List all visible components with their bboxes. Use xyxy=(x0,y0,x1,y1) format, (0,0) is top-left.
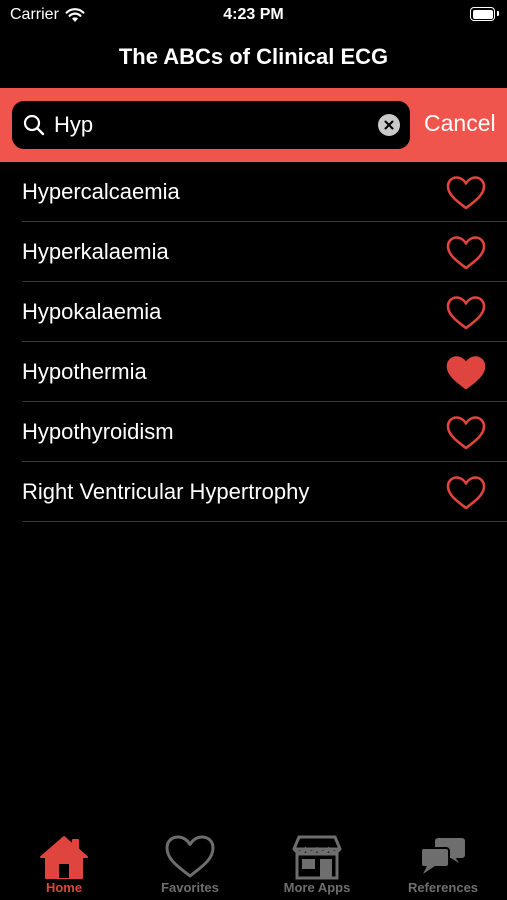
tab-favorites[interactable]: Favorites xyxy=(135,830,245,900)
list-item-label: Hypothyroidism xyxy=(22,418,174,444)
list-item-label: Hypercalcaemia xyxy=(22,178,180,204)
list-item[interactable]: Hypothyroidism xyxy=(22,402,507,462)
list-item[interactable]: Hyperkalaemia xyxy=(22,222,507,282)
status-bar: Carrier 4:23 PM xyxy=(0,0,507,32)
heart-filled-icon[interactable] xyxy=(445,355,487,391)
tab-references-label: References xyxy=(407,880,479,895)
list-item[interactable]: Hypokalaemia xyxy=(22,282,507,342)
search-bar: Cancel xyxy=(0,88,507,162)
list-item[interactable]: Right Ventricular Hypertrophy xyxy=(22,462,507,522)
search-icon xyxy=(23,114,45,136)
store-icon xyxy=(292,835,342,880)
heart-outline-icon[interactable] xyxy=(445,415,487,451)
list-item-label: Hypothermia xyxy=(22,358,147,384)
search-input[interactable] xyxy=(54,101,374,149)
battery-icon xyxy=(470,7,499,21)
list-item-label: Hypokalaemia xyxy=(22,298,162,324)
results-list: Hypercalcaemia Hyperkalaemia Hypokalaemi… xyxy=(0,162,507,522)
page-title: The ABCs of Clinical ECG xyxy=(118,44,389,69)
search-field[interactable] xyxy=(12,101,410,149)
chat-bubbles-icon xyxy=(420,838,465,874)
heart-outline-icon[interactable] xyxy=(445,475,487,511)
home-icon xyxy=(40,836,88,879)
tab-home-label: Home xyxy=(45,880,83,895)
list-item[interactable]: Hypothermia xyxy=(22,342,507,402)
heart-icon xyxy=(165,835,215,878)
clear-search-button[interactable] xyxy=(378,114,400,136)
status-time: 4:23 PM xyxy=(223,6,284,23)
tab-more-apps[interactable]: More Apps xyxy=(262,830,372,900)
heart-outline-icon[interactable] xyxy=(445,295,487,331)
tab-home[interactable]: Home xyxy=(9,830,119,900)
list-item-label: Hyperkalaemia xyxy=(22,238,169,264)
cancel-button[interactable]: Cancel xyxy=(424,110,496,137)
clear-icon xyxy=(384,120,394,130)
tab-bar: Home Favorites More Apps References xyxy=(0,830,507,900)
tab-more-apps-label: More Apps xyxy=(283,880,351,895)
list-item-label: Right Ventricular Hypertrophy xyxy=(22,478,310,504)
tab-references[interactable]: References xyxy=(388,830,498,900)
list-item[interactable]: Hypercalcaemia xyxy=(22,162,507,222)
heart-outline-icon[interactable] xyxy=(445,235,487,271)
heart-outline-icon[interactable] xyxy=(445,175,487,211)
tab-favorites-label: Favorites xyxy=(161,880,219,895)
